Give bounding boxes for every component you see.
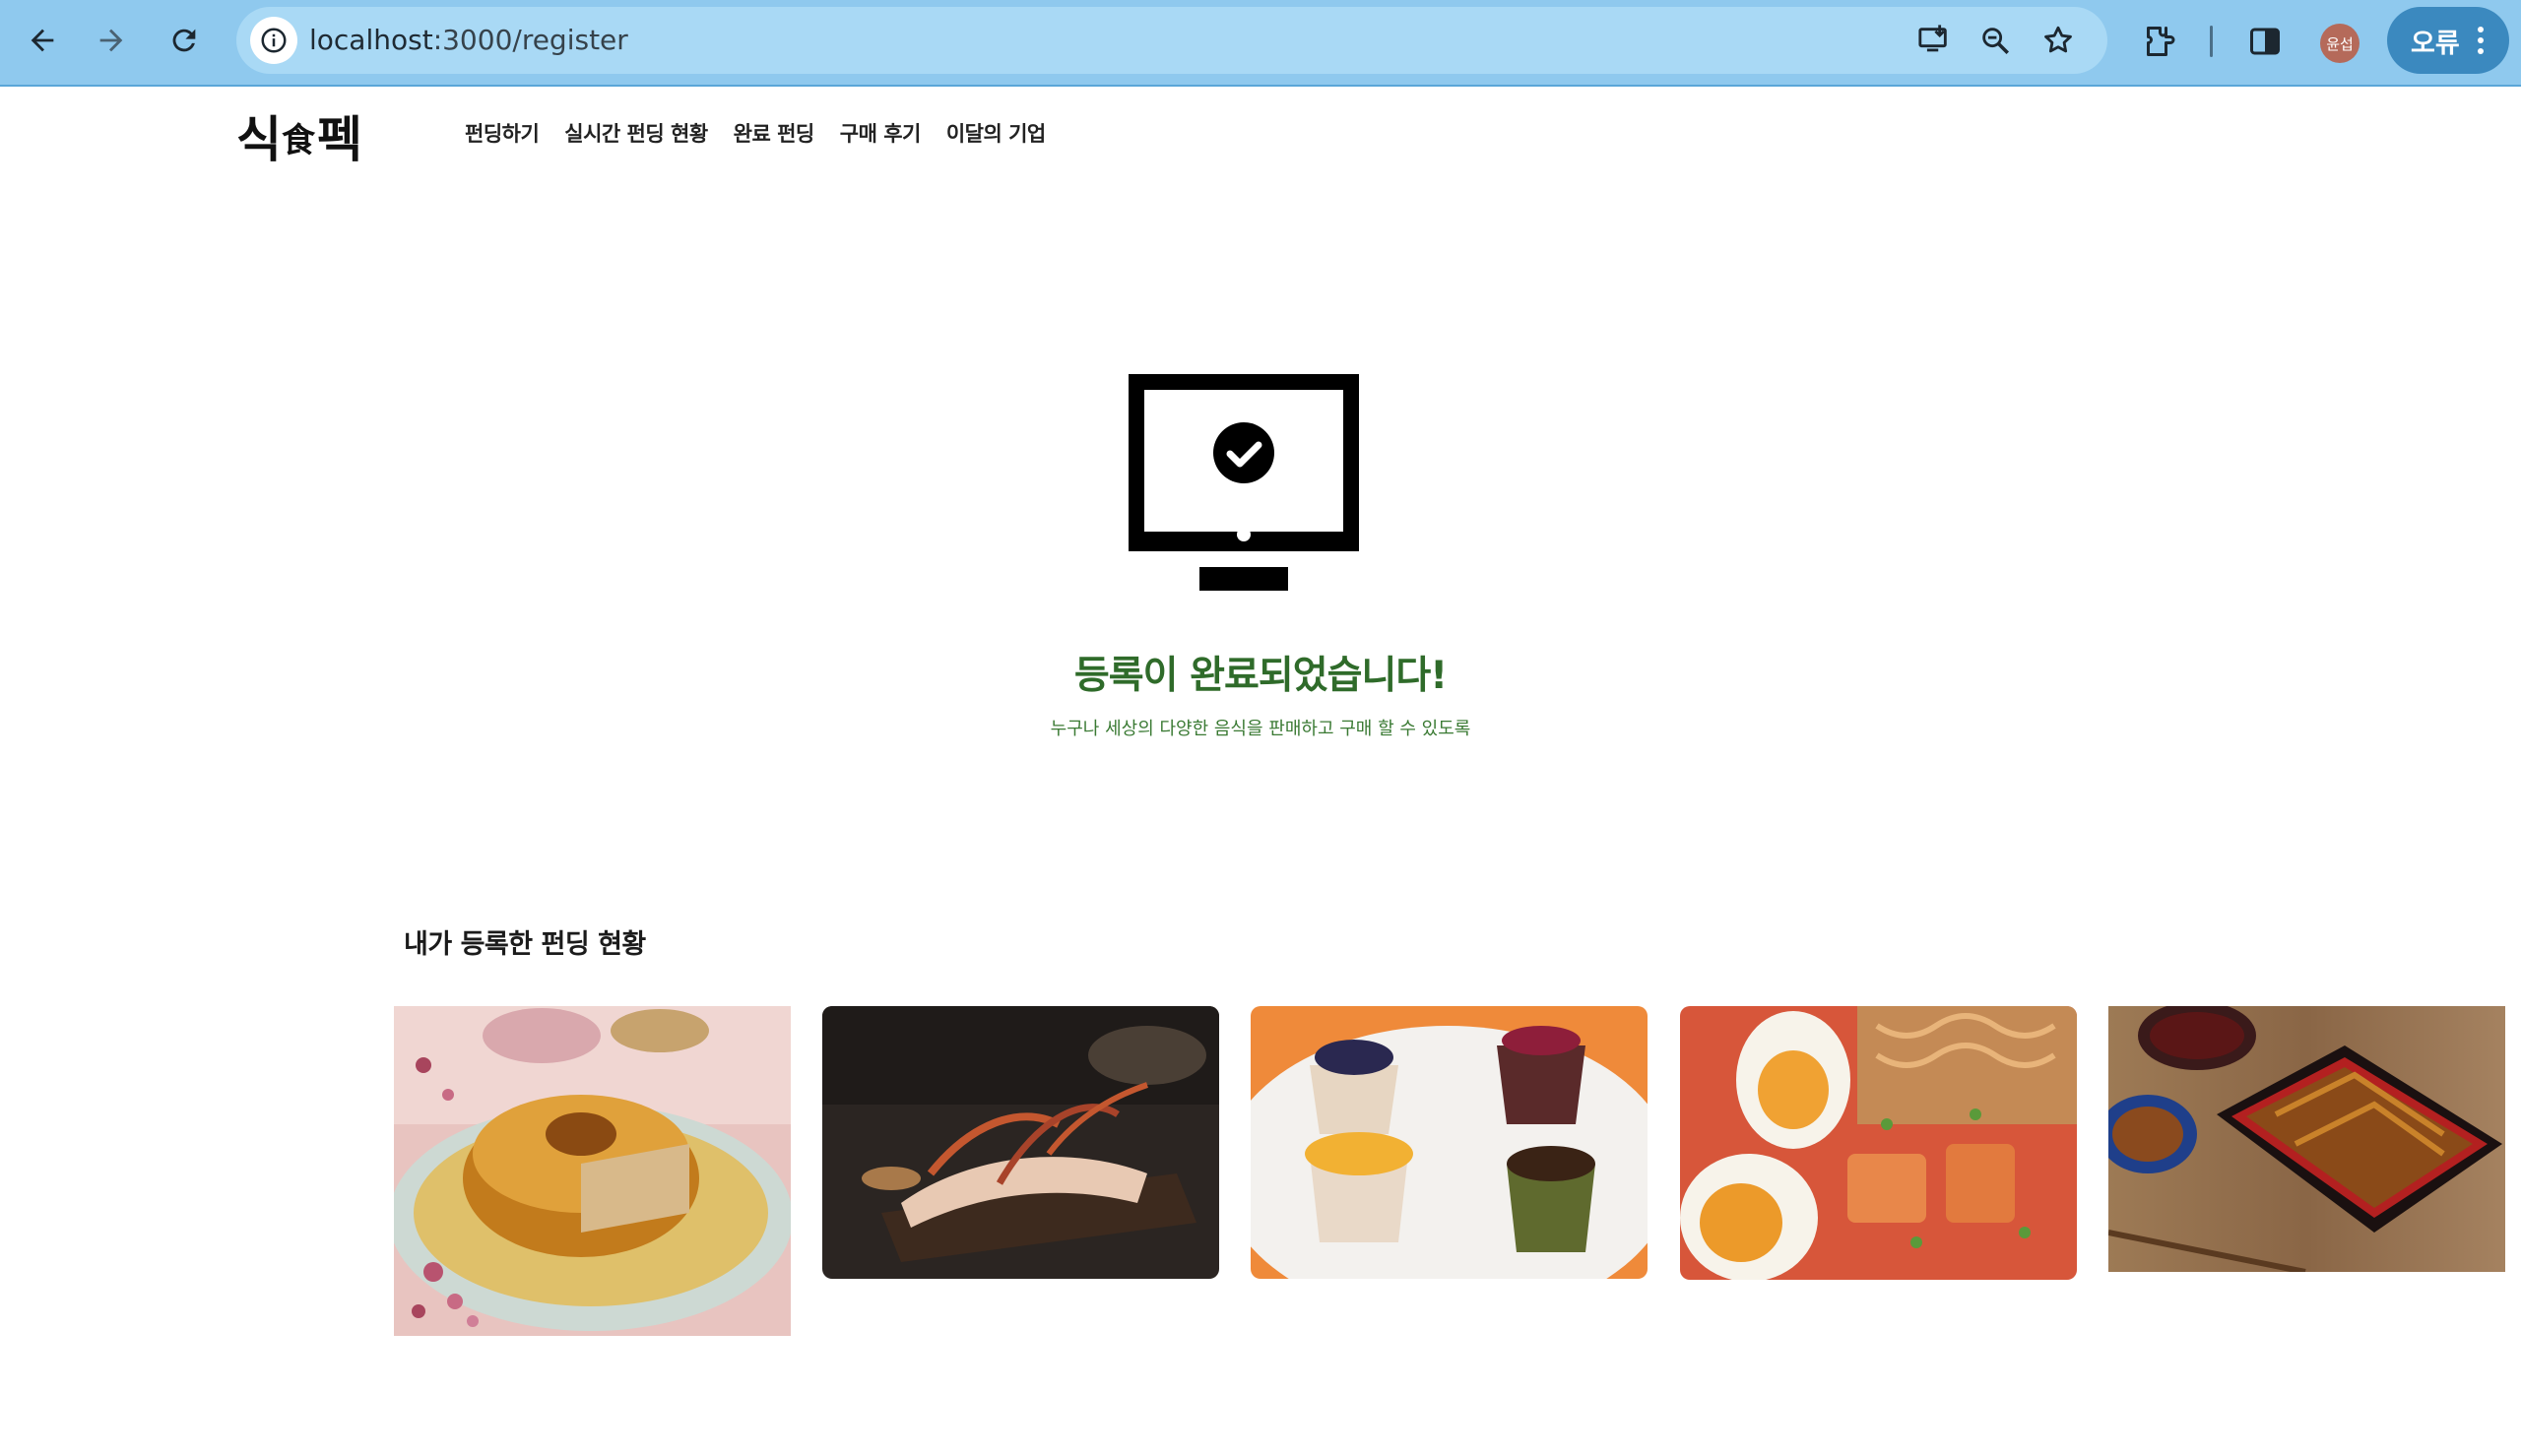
side-panel-icon[interactable] — [2243, 20, 2287, 63]
url-text[interactable]: localhost:3000/register — [309, 23, 628, 58]
extensions-icon[interactable] — [2137, 20, 2180, 63]
berry-panna-cotta-photo — [1251, 1006, 1648, 1279]
url-path: :3000/register — [432, 24, 628, 56]
nav-company-of-month[interactable]: 이달의 기업 — [946, 116, 1046, 152]
funding-card-3[interactable] — [1251, 1006, 1648, 1279]
site-info-icon[interactable] — [250, 17, 297, 64]
error-button[interactable]: 오류 — [2387, 7, 2509, 74]
browser-toolbar: localhost:3000/register 윤섭 오류 — [0, 0, 2521, 87]
funding-card-4[interactable] — [1680, 1006, 2077, 1280]
logo-text-right: 펙 — [317, 111, 362, 168]
profile-avatar[interactable]: 윤섭 — [2320, 24, 2359, 63]
toolbar-divider — [2210, 26, 2213, 57]
funding-card-2[interactable] — [822, 1006, 1219, 1279]
install-app-icon[interactable] — [1914, 21, 1954, 60]
reload-icon[interactable] — [162, 18, 207, 63]
logo-text-left: 식 — [236, 111, 282, 168]
logo-text-mid: 食 — [282, 121, 315, 160]
forward-arrow-icon[interactable] — [89, 18, 134, 63]
success-subtitle: 누구나 세상의 다양한 음식을 판매하고 구매 할 수 있도록 — [1050, 719, 1471, 739]
bookmark-star-icon[interactable] — [2038, 21, 2078, 60]
site-logo[interactable]: 식 食 펙 — [236, 106, 362, 169]
grilled-eel-rice-box-photo — [2108, 1006, 2505, 1272]
zoom-icon[interactable] — [1975, 21, 2015, 60]
success-title: 등록이 완료되었습니다! — [1073, 654, 1448, 698]
url-host: localhost — [309, 24, 433, 56]
grilled-squid-dish-photo — [822, 1006, 1219, 1279]
spicy-ramen-with-egg-photo — [1680, 1006, 2077, 1280]
nav-funding[interactable]: 펀딩하기 — [465, 116, 540, 152]
funding-card-5[interactable] — [2108, 1006, 2505, 1272]
nav-completed-funding[interactable]: 완료 펀딩 — [734, 116, 815, 152]
back-arrow-icon[interactable] — [20, 18, 65, 63]
section-title: 내가 등록한 펀딩 현황 — [404, 929, 646, 960]
error-label: 오류 — [2411, 28, 2460, 59]
address-bar[interactable]: localhost:3000/register — [236, 7, 2107, 74]
nav-reviews[interactable]: 구매 후기 — [840, 116, 922, 152]
nav-live-funding[interactable]: 실시간 펀딩 현황 — [564, 116, 708, 152]
caramel-flan-cake-photo — [394, 1006, 791, 1336]
menu-dots-icon[interactable] — [2478, 27, 2484, 54]
monitor-check-icon — [1129, 374, 1359, 591]
main-nav: 펀딩하기 실시간 펀딩 현황 완료 펀딩 구매 후기 이달의 기업 — [465, 116, 1046, 152]
funding-card-1[interactable] — [394, 1006, 791, 1336]
